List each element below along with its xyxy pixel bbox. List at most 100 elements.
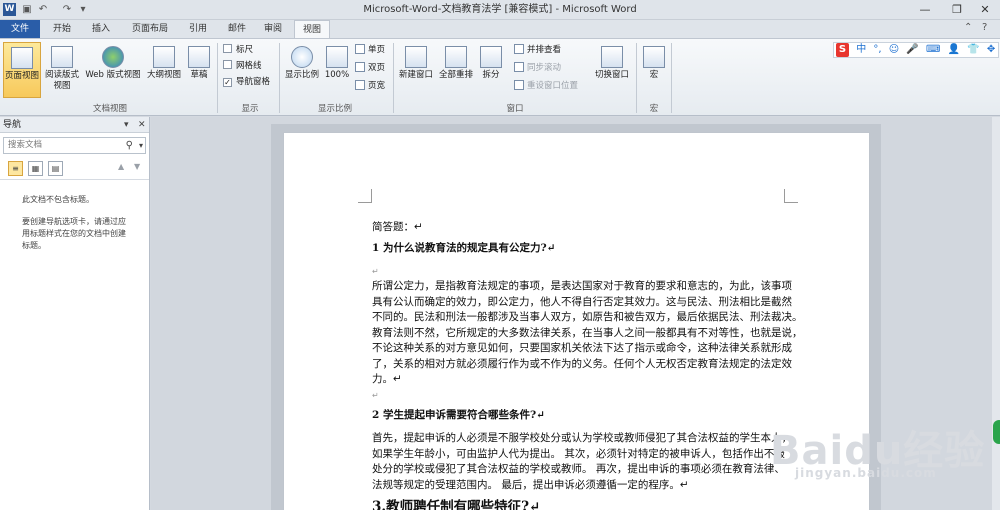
split-button[interactable]: 拆分	[477, 42, 505, 98]
nav-search-input[interactable]: 搜索文档 ⚲ ▾	[3, 137, 146, 154]
text-line: 力。↵	[372, 373, 402, 385]
print-layout-button[interactable]: 页面视图	[3, 42, 41, 98]
close-button[interactable]: ✕	[970, 0, 1000, 20]
text-line: 法规等规定的受理范围内。 最后，提出申诉必须遵循一定的程序。↵	[372, 478, 689, 491]
watermark-url: jingyan.baidu.com	[795, 466, 937, 480]
margin-corner-mark	[784, 189, 798, 203]
search-options-chevron-icon[interactable]: ▾	[139, 138, 143, 153]
previous-arrow-icon[interactable]: ▲	[118, 162, 124, 171]
keyboard-icon[interactable]: ⌨	[926, 43, 940, 57]
watermark: Baidu经验 jingyan.baidu.com	[770, 418, 985, 480]
tab-file[interactable]: 文件	[0, 20, 40, 38]
text-line: 简答题：↵	[372, 221, 423, 233]
tab-references[interactable]: 引用	[180, 20, 216, 38]
paragraph-mark: ↵	[372, 390, 379, 400]
vertical-scrollbar[interactable]	[992, 117, 1000, 510]
two-pages-icon	[355, 62, 365, 72]
side-by-side-icon	[514, 44, 524, 54]
sogou-logo-icon[interactable]: S	[836, 43, 849, 57]
reset-window-position-button[interactable]: 重设窗口位置	[514, 79, 578, 93]
switch-windows-button[interactable]: 切换窗口	[591, 42, 633, 98]
full-screen-reading-button[interactable]: 阅读版式 视图	[42, 42, 82, 98]
tab-home[interactable]: 开始	[44, 20, 80, 38]
page-100-icon	[326, 46, 348, 68]
web-layout-button[interactable]: Web 版式视图	[82, 42, 144, 98]
outline-button[interactable]: 大纲视图	[144, 42, 184, 98]
ime-lang-toggle[interactable]: 中	[856, 43, 866, 57]
skin-icon[interactable]: 👕	[967, 43, 979, 57]
next-arrow-icon[interactable]: ▼	[134, 162, 140, 171]
group-separator	[279, 43, 280, 113]
gridlines-checkbox[interactable]: 网格线	[223, 59, 262, 73]
macros-button[interactable]: 宏	[640, 42, 668, 98]
text-line: 不论这种关系的对方意见如何，只要国家机关依法下达了指示或命令，这种法律关系就形成	[372, 342, 792, 354]
user-icon[interactable]: 👤	[948, 43, 960, 57]
nav-pane-tabs: ≡ ▦ ▤ ▲ ▼	[0, 158, 149, 180]
create-headings-hint: 要创建导航选项卡，请通过应用标题样式在您的文档中创建标题。	[22, 217, 126, 250]
ruler-checkbox[interactable]: 标尺	[223, 43, 253, 57]
nav-pane-checkbox[interactable]: ✓ 导航窗格	[223, 75, 270, 89]
window-title: Microsoft-Word-文档教育法学 [兼容模式] - Microsoft…	[363, 4, 637, 15]
margin-corner-mark	[358, 189, 372, 203]
print-layout-icon	[11, 47, 33, 69]
magnifier-icon	[291, 46, 313, 68]
checkbox-icon	[223, 60, 232, 69]
draft-button[interactable]: 草稿	[185, 42, 213, 98]
tab-mailings[interactable]: 邮件	[220, 20, 254, 38]
question-heading: 2 学生提起申诉需要符合哪些条件?↵	[372, 409, 545, 421]
new-window-button[interactable]: 新建窗口	[397, 42, 435, 98]
sync-scroll-button[interactable]: 同步滚动	[514, 61, 561, 75]
document-body[interactable]: 简答题：↵ 1 为什么说教育法的规定具有公定力?↵ ↵ 所谓公定力，是指教育法规定的事…	[372, 220, 803, 510]
tab-insert[interactable]: 插入	[82, 20, 120, 38]
arrange-all-icon	[445, 46, 467, 68]
punctuation-icon[interactable]: °,	[873, 43, 881, 57]
ime-toolbar: S 中 °, ☺ 🎤 ⌨ 👤 👕 ✥	[833, 42, 999, 58]
text-line: 首先，提起申诉的人必须是不服学校处分或认为学校或教师侵犯了其合法权益的学生本人，	[372, 432, 792, 444]
group-separator	[671, 43, 672, 113]
search-icon[interactable]: ⚲	[126, 138, 133, 153]
reset-position-icon	[514, 80, 524, 90]
group-separator	[393, 43, 394, 113]
help-icon[interactable]: ?	[982, 22, 987, 33]
text-line: 不同的。民法和刑法一般都涉及当事人双方，如原告和被告双方，最后依据民法、刑法裁决…	[372, 311, 803, 323]
microphone-icon[interactable]: 🎤	[906, 43, 918, 57]
ribbon-tab-bar: 文件 开始 插入 页面布局 引用 邮件 审阅 视图 ⌃ ?	[0, 20, 1000, 39]
emoji-icon[interactable]: ☺	[889, 43, 899, 57]
text-line: 教育法则不然，它所规定的大多数法律关系，在当事人之间一般都具有不对等性，也就是说…	[372, 326, 803, 339]
two-pages-button[interactable]: 双页	[355, 61, 385, 75]
nav-pane-menu-icon[interactable]: ▾	[124, 117, 129, 133]
restore-button[interactable]: ❐	[942, 0, 972, 20]
tab-headings-icon[interactable]: ≡	[8, 161, 23, 176]
side-by-side-button[interactable]: 并排查看	[514, 43, 561, 57]
group-label-zoom: 显示比例	[317, 104, 352, 114]
arrange-all-button[interactable]: 全部重排	[437, 42, 475, 98]
outline-icon	[153, 46, 175, 68]
checkmark-icon: ✓	[223, 78, 232, 87]
draft-icon	[188, 46, 210, 68]
no-headings-message: 此文档不包含标题。	[22, 195, 94, 204]
group-label-window: 窗口	[506, 104, 524, 114]
one-page-icon	[355, 44, 365, 54]
group-separator	[636, 43, 637, 113]
side-float-button[interactable]	[993, 420, 1000, 444]
one-page-button[interactable]: 单页	[355, 43, 385, 57]
tab-review[interactable]: 审阅	[256, 20, 290, 38]
tab-results-icon[interactable]: ▤	[48, 161, 63, 176]
checkbox-icon	[223, 44, 232, 53]
question-heading: 3.教师聘任制有哪些特征?↵	[372, 499, 541, 510]
tab-pages-icon[interactable]: ▦	[28, 161, 43, 176]
nav-pane-close-icon[interactable]: ✕	[138, 117, 146, 133]
page-width-button[interactable]: 页宽	[355, 79, 385, 93]
text-line: 具有公认而确定的效力，即公定力，他人不得自行否定其效力。这与民法、刑法相比是截然	[372, 295, 792, 308]
tab-page-layout[interactable]: 页面布局	[124, 20, 176, 38]
nav-pane-message: 此文档不包含标题。 要创建导航选项卡，请通过应用标题样式在您的文档中创建标题。	[0, 180, 149, 252]
text-line: 处分的学校或侵犯了其合法权益的学校或教师。 再次，提出申诉的事项必须在教育法律、	[372, 463, 785, 475]
zoom-100-button[interactable]: 100%	[322, 42, 352, 98]
zoom-button[interactable]: 显示比例	[283, 42, 321, 98]
toolbox-icon[interactable]: ✥	[987, 43, 995, 57]
tab-view[interactable]: 视图	[294, 20, 330, 39]
switch-windows-icon	[601, 46, 623, 68]
new-window-icon	[405, 46, 427, 68]
minimize-button[interactable]: —	[910, 0, 940, 20]
ribbon-minimize-icon[interactable]: ⌃	[964, 22, 972, 33]
